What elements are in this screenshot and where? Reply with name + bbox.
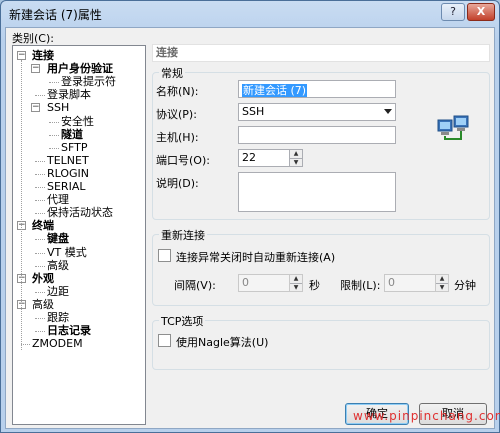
host-input[interactable] — [238, 126, 396, 144]
reconnect-group: 重新连接 — [152, 227, 490, 306]
tree-connector — [35, 291, 45, 293]
tree-item[interactable]: 登录提示符 — [61, 75, 116, 88]
description-label: 说明(D): — [156, 177, 199, 190]
tree-item[interactable]: 用户身份验证 — [47, 62, 113, 75]
tree-connector — [49, 134, 59, 136]
name-label: 名称(N): — [156, 85, 199, 98]
help-button[interactable]: ? — [441, 3, 465, 21]
port-spinner[interactable]: ▲ ▼ — [289, 149, 303, 167]
watermark-text: www.pinpinchang.com — [353, 409, 500, 423]
tree-connector — [49, 121, 59, 123]
tree-toggle-icon[interactable]: − — [31, 64, 40, 74]
tree-connector — [49, 82, 59, 84]
interval-input[interactable]: 0 — [238, 274, 290, 292]
tree-item[interactable]: 日志记录 — [47, 324, 91, 337]
auto-reconnect-label: 连接异常关闭时自动重新连接(A) — [176, 251, 336, 264]
port-label: 端口号(O): — [156, 154, 210, 167]
tree-item[interactable]: 代理 — [47, 193, 69, 206]
tree-item[interactable]: SSH — [47, 101, 69, 114]
name-value: 新建会话 (7) — [242, 84, 308, 97]
tree-connector — [35, 265, 45, 267]
properties-dialog: 新建会话 (7)属性 ? X 类别(C): − 连接 − 用户身份验证 登录提示符 登录脚… — [0, 0, 500, 433]
tree-connector — [35, 252, 45, 254]
tree-item[interactable]: 外观 — [32, 272, 54, 285]
protocol-value: SSH — [242, 105, 265, 118]
tree-connector — [21, 344, 30, 346]
tcp-group-title: TCP选项 — [159, 313, 206, 329]
tree-connector — [35, 187, 45, 188]
tree-connector — [35, 331, 45, 333]
tree-connector — [35, 318, 45, 319]
tree-connector — [49, 147, 59, 149]
tree-item[interactable]: 高级 — [47, 259, 69, 272]
panel-title: 连接 — [152, 44, 490, 62]
reconnect-group-title: 重新连接 — [159, 227, 207, 243]
network-icon — [437, 115, 469, 140]
tree-item[interactable]: 登录脚本 — [47, 88, 91, 101]
general-group-title: 常规 — [159, 65, 185, 81]
limit-unit: 分钟 — [454, 279, 476, 292]
interval-unit: 秒 — [309, 279, 320, 292]
nagle-checkbox[interactable] — [158, 334, 171, 347]
limit-label: 限制(L): — [340, 279, 381, 292]
close-button[interactable]: X — [467, 3, 495, 21]
window-title: 新建会话 (7)属性 — [9, 8, 102, 22]
tree-item[interactable]: ZMODEM — [32, 337, 83, 350]
title-bar: 新建会话 (7)属性 ? X — [1, 1, 499, 27]
tree-connector — [35, 200, 45, 202]
tree-item[interactable]: 边距 — [47, 285, 69, 298]
chevron-down-icon — [384, 109, 392, 114]
tree-connector — [35, 239, 45, 241]
tree-connector — [35, 213, 45, 215]
port-input[interactable]: 22 — [238, 149, 290, 167]
tree-item[interactable]: VT 模式 — [47, 246, 87, 259]
tree-item[interactable]: SFTP — [61, 141, 87, 154]
tree-item[interactable]: 跟踪 — [47, 311, 69, 324]
category-tree[interactable]: − 连接 − 用户身份验证 登录提示符 登录脚本 − SSH 安全性 隧道 SFTP TELNET RL… — [12, 45, 146, 425]
protocol-label: 协议(P): — [156, 108, 197, 121]
category-label: 类别(C): — [12, 32, 54, 45]
tree-item[interactable]: 安全性 — [61, 115, 94, 128]
tree-item[interactable]: 键盘 — [47, 232, 69, 245]
tree-item[interactable]: TELNET — [47, 154, 89, 167]
tree-item[interactable]: 连接 — [32, 49, 54, 62]
tree-connector — [35, 95, 45, 97]
tree-item[interactable]: RLOGIN — [47, 167, 89, 180]
protocol-select[interactable]: SSH — [238, 103, 396, 121]
interval-label: 间隔(V): — [174, 279, 216, 292]
tree-connector — [35, 173, 45, 175]
limit-input[interactable]: 0 — [384, 274, 436, 292]
limit-spinner[interactable]: ▲ ▼ — [435, 274, 449, 292]
tree-toggle-icon[interactable]: − — [31, 103, 40, 113]
auto-reconnect-checkbox[interactable] — [158, 249, 171, 262]
description-input[interactable] — [238, 172, 396, 212]
tree-item[interactable]: 隧道 — [61, 128, 83, 141]
host-label: 主机(H): — [156, 131, 199, 144]
tree-toggle-icon[interactable]: − — [17, 51, 26, 60]
dialog-body: 类别(C): − 连接 − 用户身份验证 登录提示符 登录脚本 − SSH 安全性 隧道 SFTP T… — [5, 27, 495, 429]
tree-item[interactable]: 高级 — [32, 298, 54, 311]
tree-item[interactable]: 终端 — [32, 219, 54, 232]
tree-item[interactable]: SERIAL — [47, 180, 85, 193]
interval-spinner[interactable]: ▲ ▼ — [289, 274, 303, 292]
tree-connector — [35, 160, 45, 162]
tree-item[interactable]: 保持活动状态 — [47, 206, 113, 219]
nagle-label: 使用Nagle算法(U) — [176, 336, 269, 349]
tree-connector — [21, 60, 22, 350]
name-input[interactable]: 新建会话 (7) — [238, 80, 396, 98]
